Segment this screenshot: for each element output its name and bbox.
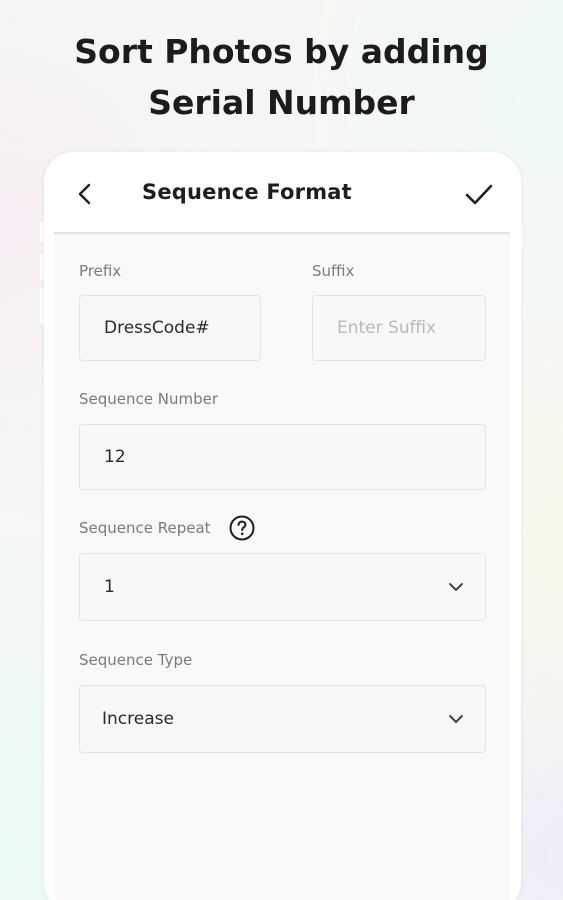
app-bar: Sequence Format	[44, 152, 521, 234]
phone-frame: Sequence Format Prefix DressCode# Suffix…	[44, 152, 521, 900]
sequence-repeat-value: 1	[104, 577, 115, 597]
sequence-type-label: Sequence Type	[79, 651, 193, 669]
sequence-repeat-label: Sequence Repeat	[79, 519, 211, 537]
chevron-down-icon	[449, 715, 463, 723]
sequence-type-value: Increase	[102, 709, 174, 729]
sequence-type-select[interactable]: Increase	[79, 685, 486, 753]
back-button[interactable]	[74, 182, 98, 206]
page-title: Sequence Format	[142, 180, 352, 204]
confirm-button[interactable]	[464, 182, 494, 208]
chevron-down-icon	[449, 583, 463, 591]
prefix-label: Prefix	[79, 262, 122, 280]
prefix-value: DressCode#	[104, 318, 210, 338]
help-button[interactable]	[229, 515, 255, 541]
sequence-number-input[interactable]: 12	[79, 424, 486, 490]
question-circle-icon	[229, 515, 255, 541]
promo-line-1: Sort Photos by adding	[74, 32, 489, 71]
checkmark-icon	[465, 184, 493, 205]
prefix-input[interactable]: DressCode#	[79, 295, 261, 361]
promo-line-2: Serial Number	[148, 83, 415, 122]
suffix-placeholder: Enter Suffix	[337, 318, 437, 338]
sequence-repeat-select[interactable]: 1	[79, 553, 486, 621]
suffix-input[interactable]: Enter Suffix	[312, 295, 486, 361]
form-container: Prefix DressCode# Suffix Enter Suffix Se…	[54, 236, 510, 900]
sequence-number-label: Sequence Number	[79, 390, 219, 408]
promo-headline: Sort Photos by adding Serial Number	[0, 26, 563, 128]
suffix-label: Suffix	[312, 262, 355, 280]
chevron-left-icon	[78, 183, 91, 205]
sequence-number-value: 12	[104, 447, 126, 467]
